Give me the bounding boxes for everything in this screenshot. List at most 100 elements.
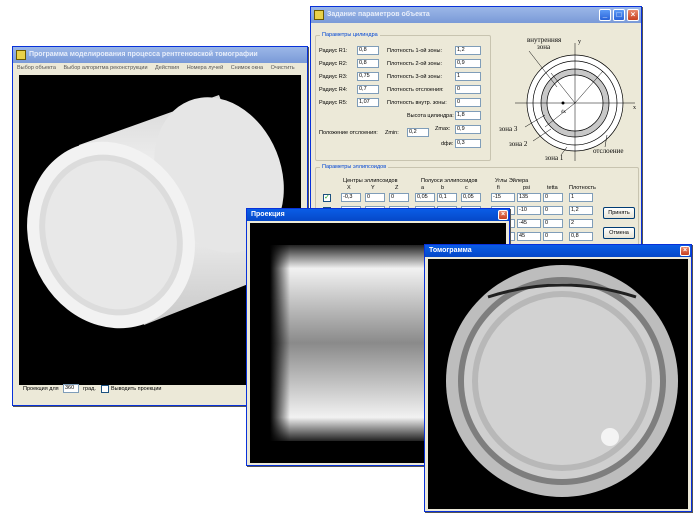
ellipsoid-density-input[interactable]: 0,8 [569, 232, 593, 241]
radius-input[interactable]: 0,8 [357, 59, 379, 68]
diagram-label-delamination: отслоение [593, 147, 623, 155]
projection-unit: град. [83, 386, 96, 392]
tomogram-window: Томограмма × [424, 244, 692, 512]
zmin-label: Zmin: [385, 130, 399, 136]
ellipsoid-psi-input[interactable]: -45 [517, 219, 541, 228]
header-fi: fi [497, 185, 500, 191]
close-button[interactable]: × [498, 210, 508, 220]
density-label: Плотность отслоения: [387, 87, 444, 93]
header-psi: psi [523, 185, 531, 191]
main-window-titlebar[interactable]: Программа моделирования процесса рентген… [13, 47, 307, 63]
ellipsoid-psi-input[interactable]: -10 [517, 206, 541, 215]
apply-button[interactable]: Принять [603, 207, 635, 219]
density-input[interactable]: 0 [455, 85, 481, 94]
projection-window-titlebar[interactable]: Проекция × [247, 209, 509, 221]
ellipsoid-fi-input[interactable]: -15 [491, 193, 515, 202]
ellipsoid-row-checkbox[interactable]: ✓ [323, 194, 331, 202]
radius-label: Радиус R2: [319, 61, 348, 67]
trajectory-label: Траектория: [85, 356, 116, 362]
close-button[interactable]: × [627, 9, 639, 21]
zmin-input[interactable]: 0,2 [407, 128, 429, 137]
header-a: a [421, 185, 425, 191]
tomogram-render [446, 265, 678, 497]
zmax-input[interactable]: 0,9 [455, 125, 481, 134]
diagram-axis-x: x [633, 105, 636, 111]
header-y: Y [371, 185, 375, 191]
projection-angle-input[interactable]: 360 [63, 384, 79, 393]
object-label: Объект: [27, 356, 48, 362]
header-x: X [347, 185, 351, 191]
menu-item-clear[interactable]: Очистить [271, 65, 295, 71]
ellipsoid-density-input[interactable]: 2 [569, 219, 593, 228]
ellipsoid-y-input[interactable]: 0 [365, 193, 385, 202]
ellipsoid-b-input[interactable]: 0,1 [437, 193, 457, 202]
ellipsoid-psi-input[interactable]: 135 [517, 193, 541, 202]
ellipsoid-x-input[interactable]: -0,3 [341, 193, 361, 202]
dfi-label: dфи: [441, 141, 454, 147]
diagram-axis-y: y [578, 39, 581, 45]
main-menubar: Выбор объекта Выбор алгоритма реконструк… [13, 63, 307, 74]
ellipsoid-group-title: Параметры эллипсоидов [320, 163, 389, 171]
tomogram-image[interactable] [428, 259, 688, 509]
density-label: Плотность внутр. зоны: [387, 100, 447, 106]
radius-label: Радиус R1: [319, 48, 348, 54]
density-label: Плотность 3-ой зоны: [387, 74, 443, 80]
projection-window-title: Проекция [251, 211, 285, 218]
menu-item-rays[interactable]: Номера лучей [187, 65, 223, 71]
tomogram-window-title: Томограмма [429, 247, 472, 254]
diagram-label-zone1: зона 1 [545, 154, 564, 162]
ellipsoid-tetta-input[interactable]: 0 [543, 193, 563, 202]
cylinder-group-title: Параметры цилиндра [320, 31, 380, 39]
radius-label: Радиус R4: [319, 87, 348, 93]
app-icon [314, 10, 324, 20]
ellipsoid-a-input[interactable]: 0,05 [415, 193, 435, 202]
dfi-input[interactable]: 0,3 [455, 139, 481, 148]
ellipsoid-tetta-input[interactable]: 0 [543, 219, 563, 228]
density-input[interactable]: 1,2 [455, 46, 481, 55]
header-z: Z [395, 185, 399, 191]
output-projections-label: Выводить проекции [111, 386, 162, 392]
minimize-button[interactable]: _ [599, 9, 611, 21]
close-button[interactable]: × [680, 246, 690, 256]
app-icon [16, 50, 26, 60]
diagram-label-zone2: зона 2 [509, 140, 528, 148]
density-label: Плотность 1-ой зоны: [387, 48, 443, 54]
ellipsoid-psi-input[interactable]: 45 [517, 232, 541, 241]
ellipsoid-tetta-input[interactable]: 0 [543, 206, 563, 215]
cancel-button[interactable]: Отмена [603, 227, 635, 239]
ellipsoid-density-input[interactable]: 1,2 [569, 206, 593, 215]
algorithm-label: Алгоритм: [163, 356, 189, 362]
menu-item-object[interactable]: Выбор объекта [17, 65, 56, 71]
radius-label: Радиус R5: [319, 100, 348, 106]
density-input[interactable]: 0 [455, 98, 481, 107]
diagram-label-zone3: зона 3 [499, 125, 518, 133]
density-input[interactable]: 1 [455, 72, 481, 81]
header-c: c [465, 185, 468, 191]
cylinder-height-input[interactable]: 1,8 [455, 111, 481, 120]
tomogram-window-titlebar[interactable]: Томограмма × [425, 245, 691, 257]
maximize-button[interactable]: □ [613, 9, 625, 21]
projection-label: Проекция для [23, 386, 59, 392]
header-density: Плотность [569, 185, 596, 191]
cylinder-height-label: Высота цилиндра: [407, 113, 454, 119]
delamination-label: Положение отслоения: [319, 130, 378, 136]
radius-input[interactable]: 0,8 [357, 46, 379, 55]
zmax-label: Zmax: [435, 126, 451, 132]
object-value: сфера [49, 356, 66, 362]
header-b: b [441, 185, 445, 191]
menu-item-algorithm[interactable]: Выбор алгоритма реконструкции [63, 65, 147, 71]
radius-input[interactable]: 0,75 [357, 72, 379, 81]
menu-item-snapshot[interactable]: Снимок окна [231, 65, 263, 71]
ellipsoid-z-input[interactable]: 0 [389, 193, 409, 202]
ellipsoid-tetta-input[interactable]: 0 [543, 232, 563, 241]
radius-input[interactable]: 1,07 [357, 98, 379, 107]
algorithm-value: Фельдкампа [189, 356, 221, 362]
menu-item-actions[interactable]: Действия [155, 65, 179, 71]
output-projections-checkbox[interactable] [101, 385, 109, 393]
params-window-titlebar[interactable]: Задание параметров объекта _ □ × [311, 7, 641, 23]
ellipsoid-c-input[interactable]: 0,05 [461, 193, 481, 202]
density-input[interactable]: 0,9 [455, 59, 481, 68]
density-label: Плотность 2-ой зоны: [387, 61, 443, 67]
ellipsoid-density-input[interactable]: 1 [569, 193, 593, 202]
radius-input[interactable]: 0,7 [357, 85, 379, 94]
